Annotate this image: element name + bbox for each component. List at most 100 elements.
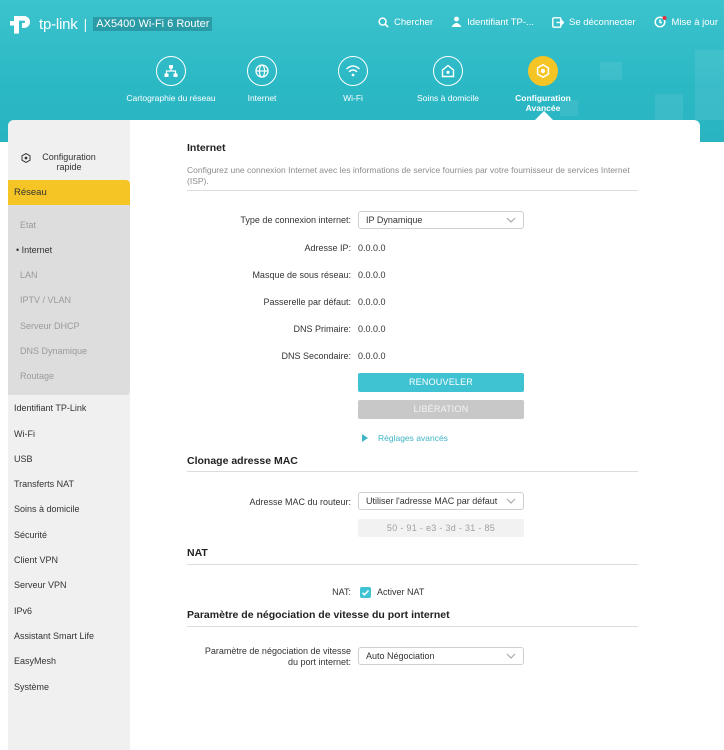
renew-button[interactable]: RENOUVELER xyxy=(358,373,524,392)
expand-triangle-icon xyxy=(362,434,368,442)
search-button[interactable]: Chercher xyxy=(378,16,433,28)
search-icon xyxy=(378,16,389,28)
nav-advanced-config[interactable]: Configuration Avancée xyxy=(498,56,588,113)
sidebar-item-system[interactable]: Système xyxy=(14,682,49,692)
internet-description: Configurez une connexion Internet avec l… xyxy=(187,165,630,186)
tp-id-label: Identifiant TP-... xyxy=(467,16,534,28)
sidebar-subnav: Etat • Internet LAN IPTV / VLAN Serveur … xyxy=(8,205,130,395)
router-mac-select-value: Utiliser l'adresse MAC par défaut xyxy=(366,496,498,506)
logo[interactable]: tp-link | AX5400 Wi-Fi 6 Router xyxy=(10,14,213,34)
sidebar-item-ddns[interactable]: DNS Dynamique xyxy=(20,346,87,356)
network-map-icon xyxy=(156,56,186,86)
nav-internet[interactable]: Internet xyxy=(217,56,307,103)
sidebar-item-vpn-client[interactable]: Client VPN xyxy=(14,555,58,565)
chevron-down-icon xyxy=(506,652,516,662)
sidebar-item-vpn-server[interactable]: Serveur VPN xyxy=(14,580,67,590)
search-label: Chercher xyxy=(394,16,434,28)
home-care-icon xyxy=(433,56,463,86)
logout-button[interactable]: Se déconnecter xyxy=(552,16,636,28)
default-gateway-label: Passerelle par défaut: xyxy=(263,297,351,307)
divider xyxy=(187,471,638,472)
connection-type-value: IP Dynamique xyxy=(366,215,423,225)
logout-label: Se déconnecter xyxy=(568,16,636,28)
sidebar-item-iptv-vlan[interactable]: IPTV / VLAN xyxy=(20,295,71,305)
port-speed-select[interactable]: Auto Négociation xyxy=(358,647,524,665)
checkmark-icon xyxy=(361,589,370,596)
sidebar-item-label: Internet xyxy=(21,245,53,255)
top-actions: Chercher Identifiant TP-... Se déconnect… xyxy=(378,16,724,28)
nav-label: Configuration Avancée xyxy=(515,93,571,113)
section-title-nat: NAT xyxy=(187,547,208,559)
tp-id-button[interactable]: Identifiant TP-... xyxy=(451,16,534,28)
release-button[interactable]: LIBÉRATION xyxy=(358,400,524,419)
globe-icon xyxy=(247,56,277,86)
subnet-mask-label: Masque de sous réseau: xyxy=(252,270,351,280)
divider xyxy=(187,190,638,191)
quick-setup-icon xyxy=(21,153,31,165)
mac-address-field[interactable]: 50 - 91 - e3 - 3d - 31 - 85 xyxy=(358,519,524,537)
connection-type-select[interactable]: IP Dynamique xyxy=(358,211,524,229)
sidebar-group-network[interactable]: Réseau xyxy=(8,180,130,205)
advanced-settings-link[interactable]: Réglages avancés xyxy=(362,433,448,443)
sidebar-item-status[interactable]: Etat xyxy=(20,220,36,230)
sidebar-item-internet[interactable]: • Internet xyxy=(16,245,52,255)
decor-square xyxy=(600,62,622,80)
sidebar-item-wifi[interactable]: Wi-Fi xyxy=(14,429,35,439)
advanced-settings-label: Réglages avancés xyxy=(378,433,448,443)
nav-label: Wi-Fi xyxy=(343,93,363,103)
wifi-icon xyxy=(338,56,368,86)
secondary-dns-value: 0.0.0.0 xyxy=(358,351,386,361)
logout-icon xyxy=(552,16,564,28)
sidebar-item-lan[interactable]: LAN xyxy=(20,270,38,280)
section-title-port-speed: Paramètre de négociation de vitesse du p… xyxy=(187,609,450,621)
sidebar-item-routing[interactable]: Routage xyxy=(20,371,54,381)
section-title-mac-clone: Clonage adresse MAC xyxy=(187,455,298,467)
update-icon xyxy=(653,16,667,28)
gear-icon xyxy=(528,56,558,86)
nav-label: Internet xyxy=(247,93,277,103)
enable-nat-checkbox[interactable] xyxy=(360,587,371,598)
router-mac-select[interactable]: Utiliser l'adresse MAC par défaut xyxy=(358,492,524,510)
tp-id-icon xyxy=(451,16,462,27)
active-nav-pointer xyxy=(535,111,553,120)
sidebar-item-tp-link-id[interactable]: Identifiant TP-Link xyxy=(14,403,86,413)
chevron-down-icon xyxy=(506,216,516,226)
nav-label: Cartographie du réseau xyxy=(126,93,216,103)
primary-dns-value: 0.0.0.0 xyxy=(358,324,386,334)
connection-type-label: Type de connexion internet: xyxy=(240,215,351,225)
sidebar-item-security[interactable]: Sécurité xyxy=(14,530,47,540)
brand-name: tp-link xyxy=(39,15,78,33)
subnet-mask-value: 0.0.0.0 xyxy=(358,270,386,280)
sidebar-item-ipv6[interactable]: IPv6 xyxy=(14,606,32,616)
enable-nat-label: Activer NAT xyxy=(377,587,425,597)
nat-label: NAT: xyxy=(332,587,351,597)
secondary-dns-label: DNS Secondaire: xyxy=(281,351,351,361)
logo-separator: | xyxy=(83,16,88,32)
chevron-down-icon xyxy=(506,497,516,507)
sidebar-item-home-care[interactable]: Soins à domicile xyxy=(14,504,80,514)
nav-label: Soins à domicile xyxy=(417,93,479,103)
divider xyxy=(187,564,638,565)
primary-dns-label: DNS Primaire: xyxy=(293,324,351,334)
update-button[interactable]: Mise à jour xyxy=(653,16,718,28)
sidebar-item-quick-setup[interactable]: Configuration rapide xyxy=(8,150,130,178)
default-gateway-value: 0.0.0.0 xyxy=(358,297,386,307)
nav-home-care[interactable]: Soins à domicile xyxy=(403,56,493,103)
port-speed-label-line1: Paramètre de négociation de vitesse xyxy=(204,646,351,656)
sidebar: Configuration rapide Réseau Etat • Inter… xyxy=(8,120,130,750)
tp-link-logo-icon xyxy=(10,14,36,34)
ip-address-value: 0.0.0.0 xyxy=(358,243,386,253)
sidebar-item-easymesh[interactable]: EasyMesh xyxy=(14,656,56,666)
quick-setup-label: Configuration rapide xyxy=(42,152,96,172)
nav-wifi[interactable]: Wi-Fi xyxy=(308,56,398,103)
port-speed-value: Auto Négociation xyxy=(366,651,435,661)
sidebar-item-nat-forwarding[interactable]: Transferts NAT xyxy=(14,479,74,489)
decor-square xyxy=(655,94,683,120)
sidebar-item-usb[interactable]: USB xyxy=(14,454,33,464)
port-speed-label-line2: du port internet: xyxy=(287,657,351,667)
sidebar-item-smart-life[interactable]: Assistant Smart Life xyxy=(14,631,94,641)
port-speed-label: Paramètre de négociation de vitesse du p… xyxy=(205,646,351,668)
ip-address-label: Adresse IP: xyxy=(304,243,351,253)
sidebar-item-dhcp-server[interactable]: Serveur DHCP xyxy=(20,321,80,331)
nav-network-map[interactable]: Cartographie du réseau xyxy=(126,56,216,103)
